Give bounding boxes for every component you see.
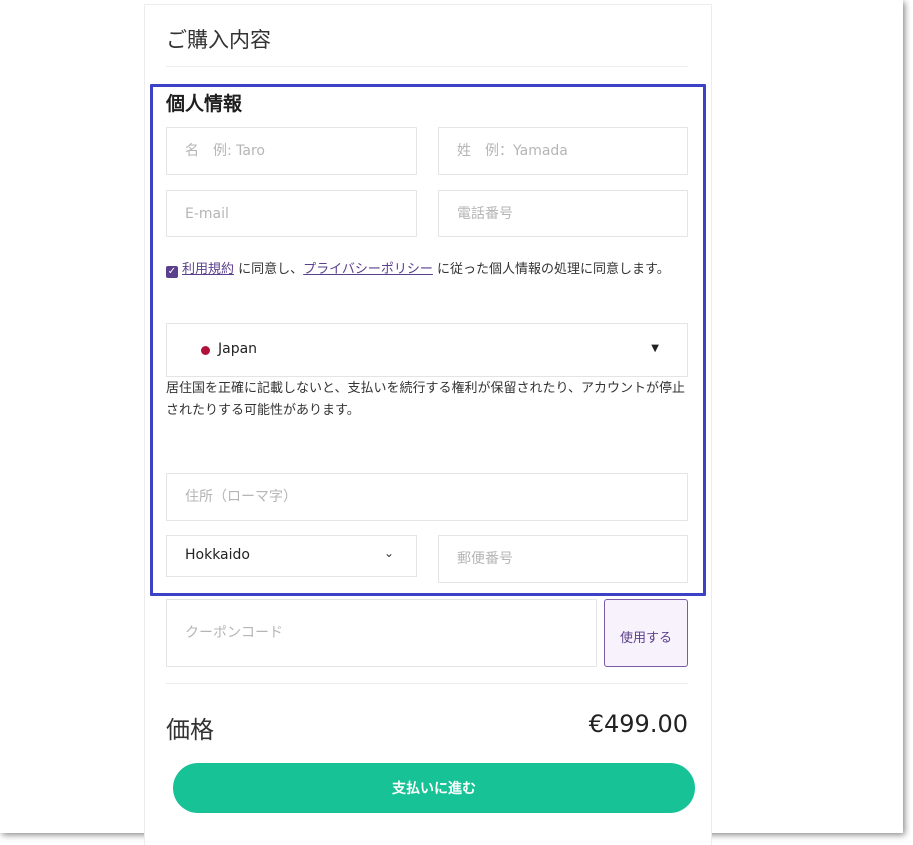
- coupon-code-input[interactable]: [166, 599, 597, 667]
- price-value: €499.00: [588, 710, 688, 738]
- divider: [166, 66, 688, 67]
- order-summary-title: ご購入内容: [166, 28, 271, 52]
- divider: [166, 683, 688, 684]
- apply-coupon-button[interactable]: 使用する: [604, 599, 688, 667]
- personal-info-highlight-box: [150, 84, 706, 596]
- proceed-to-payment-button[interactable]: 支払いに進む: [173, 763, 695, 813]
- price-label: 価格: [166, 716, 214, 744]
